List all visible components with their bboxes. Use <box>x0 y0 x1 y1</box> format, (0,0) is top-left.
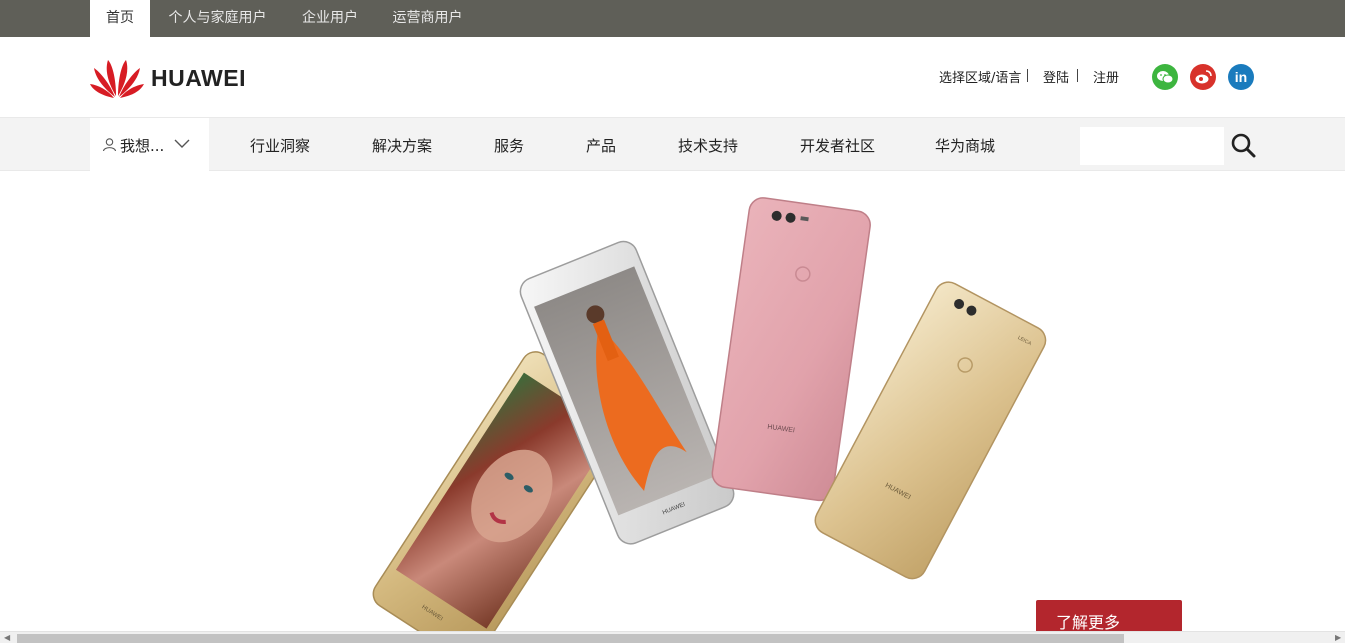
nav-item-products[interactable]: 产品 <box>586 135 616 156</box>
tab-enterprise-users[interactable]: 企业用户 <box>285 0 375 37</box>
scroll-right-icon[interactable]: ▶ <box>1335 633 1341 642</box>
nav-item-tech-support[interactable]: 技术支持 <box>678 135 738 156</box>
tab-carrier-users[interactable]: 运营商用户 <box>375 0 480 37</box>
huawei-flower-icon <box>90 60 144 98</box>
scrollbar-thumb[interactable] <box>17 634 1124 643</box>
hero-phones-image: HUAWEI HUAWEI HUAWEI LEICA HUAWEI <box>372 197 1047 631</box>
i-want-dropdown[interactable]: 我想... <box>90 118 209 172</box>
chevron-down-icon <box>174 139 190 148</box>
weibo-icon[interactable] <box>1190 64 1216 90</box>
nav-item-developer-community[interactable]: 开发者社区 <box>800 135 875 156</box>
tab-personal-home-users[interactable]: 个人与家庭用户 <box>150 0 285 37</box>
nav-item-solutions[interactable]: 解决方案 <box>372 135 432 156</box>
nav-item-industry-insights[interactable]: 行业洞察 <box>250 135 310 156</box>
linkedin-icon[interactable]: in <box>1228 64 1254 90</box>
main-nav: 我想... 行业洞察 解决方案 服务 产品 技术支持 开发者社区 华为商城 <box>0 117 1345 172</box>
learn-more-button[interactable]: 了解更多 <box>1036 600 1182 632</box>
divider <box>1077 69 1078 82</box>
horizontal-scrollbar[interactable]: ◀ ▶ <box>0 631 1345 643</box>
divider <box>1027 69 1028 82</box>
nav-item-services[interactable]: 服务 <box>494 135 524 156</box>
region-language-link[interactable]: 选择区域/语言 <box>939 67 1021 86</box>
login-link[interactable]: 登陆 <box>1043 67 1069 86</box>
tab-home[interactable]: 首页 <box>90 0 150 37</box>
user-icon <box>102 138 117 152</box>
site-header: HUAWEI 选择区域/语言 登陆 注册 in <box>0 37 1345 117</box>
scroll-left-icon[interactable]: ◀ <box>4 633 10 642</box>
i-want-label: 我想... <box>120 137 165 155</box>
search-icon[interactable] <box>1229 131 1257 159</box>
audience-tab-bar: 首页 个人与家庭用户 企业用户 运营商用户 <box>0 0 1345 37</box>
wechat-icon[interactable] <box>1152 64 1178 90</box>
nav-item-huawei-mall[interactable]: 华为商城 <box>935 135 995 156</box>
search-input[interactable] <box>1080 127 1224 165</box>
brand-wordmark: HUAWEI <box>151 65 246 91</box>
register-link[interactable]: 注册 <box>1093 67 1119 86</box>
huawei-logo[interactable]: HUAWEI <box>90 56 260 98</box>
hero-banner[interactable]: HUAWEI HUAWEI HUAWEI LEICA HUAWEI <box>0 171 1345 631</box>
